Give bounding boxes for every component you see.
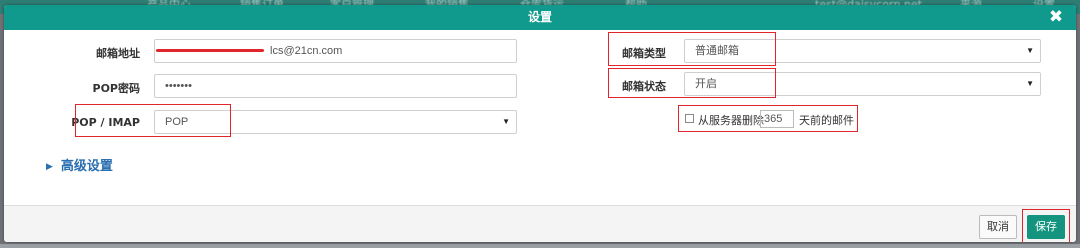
pop-imap-label: POP / IMAP xyxy=(71,116,140,129)
pop-password-label: POP密码 xyxy=(92,82,140,95)
chevron-down-icon: ▼ xyxy=(1026,46,1034,55)
background-content xyxy=(0,244,1080,248)
save-button[interactable]: 保存 xyxy=(1027,215,1065,239)
chevron-down-icon: ▼ xyxy=(1026,79,1034,88)
modal-footer: 取消 保存 xyxy=(4,205,1076,242)
advanced-settings-toggle[interactable]: ▶ 高级设置 xyxy=(46,155,113,174)
mailbox-type-select[interactable]: 普通邮箱 ▼ xyxy=(684,39,1041,63)
pop-imap-value: POP xyxy=(165,116,189,128)
email-address-label: 邮箱地址 xyxy=(96,47,140,60)
chevron-down-icon: ▼ xyxy=(502,117,510,126)
close-icon[interactable]: ✖ xyxy=(1046,7,1066,27)
mailbox-type-label: 邮箱类型 xyxy=(622,47,666,60)
redaction-scribble xyxy=(156,49,264,52)
mailbox-status-label: 邮箱状态 xyxy=(622,80,666,93)
pop-password-value: ••••••• xyxy=(165,80,192,92)
delete-from-server-checkbox[interactable] xyxy=(685,114,694,123)
days-suffix-label: 天前的邮件 xyxy=(799,114,854,127)
mailbox-status-select[interactable]: 开启 ▼ xyxy=(684,72,1041,96)
caret-right-icon: ▶ xyxy=(46,162,53,172)
delete-from-server-label: 从服务器删除 xyxy=(698,114,764,127)
settings-modal: 设置 ✖ 邮箱地址 lcs@21cn.com POP密码 ••••••• POP… xyxy=(4,5,1076,242)
mailbox-status-value: 开启 xyxy=(695,78,717,90)
pop-imap-select[interactable]: POP ▼ xyxy=(154,110,517,134)
modal-title: 设置 xyxy=(527,10,552,24)
advanced-settings-label: 高级设置 xyxy=(60,159,113,174)
pop-password-input[interactable]: ••••••• xyxy=(154,74,517,98)
days-input[interactable]: 365 xyxy=(760,110,794,128)
modal-header: 设置 ✖ xyxy=(4,5,1076,30)
mailbox-type-value: 普通邮箱 xyxy=(695,45,739,57)
cancel-button[interactable]: 取消 xyxy=(979,215,1017,239)
